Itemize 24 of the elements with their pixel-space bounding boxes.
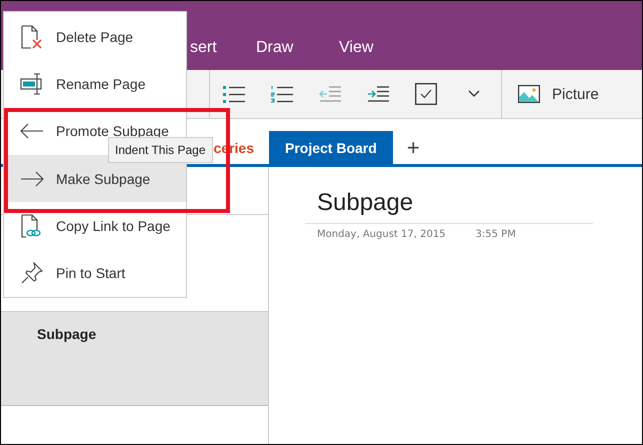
- ribbon-tab[interactable]: Draw: [256, 39, 339, 57]
- link-page-icon: [21, 214, 43, 238]
- decrease-indent-icon: [319, 86, 341, 102]
- chevron-down-icon: [468, 90, 480, 98]
- ribbon-tab[interactable]: sert: [190, 39, 256, 57]
- increase-indent-icon: [367, 86, 389, 102]
- page-time: 3:55 PM: [476, 229, 516, 240]
- pin-icon: [21, 262, 43, 284]
- bullet-list-icon: [223, 85, 245, 103]
- page-list-item[interactable]: Subpage: [1, 312, 268, 406]
- section-tab[interactable]: Project Board: [269, 131, 393, 164]
- picture-icon: [518, 85, 540, 103]
- ribbon-tab[interactable]: View: [339, 39, 422, 57]
- page-date: Monday, August 17, 2015: [317, 229, 446, 240]
- arrow-right-icon: [20, 170, 44, 187]
- numbered-list-icon: [271, 85, 293, 103]
- picture-button[interactable]: Picture: [502, 74, 609, 114]
- page-title[interactable]: Subpage: [305, 189, 593, 224]
- rename-icon: [20, 72, 44, 95]
- add-section-button[interactable]: +: [398, 131, 428, 164]
- arrow-left-icon: [20, 123, 44, 140]
- tooltip: Indent This Page: [108, 137, 213, 163]
- checkbox-icon: [415, 83, 437, 105]
- delete-page-icon: [21, 24, 43, 49]
